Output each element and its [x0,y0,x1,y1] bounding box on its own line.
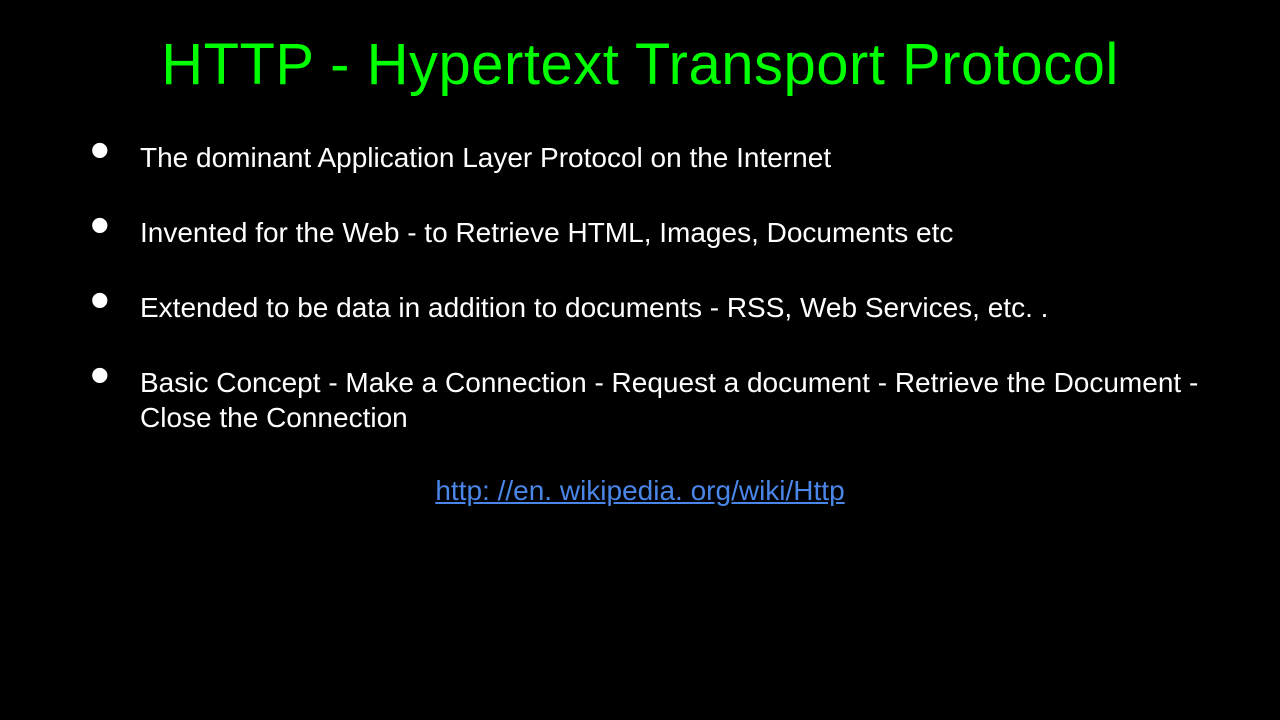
bullet-text: The dominant Application Layer Protocol … [140,142,831,173]
slide: HTTP - Hypertext Transport Protocol The … [0,0,1280,720]
bullet-text: Invented for the Web - to Retrieve HTML,… [140,217,953,248]
bullet-text: Extended to be data in addition to docum… [140,292,1048,323]
link-row: http: //en. wikipedia. org/wiki/Http [80,475,1200,507]
list-item: Basic Concept - Make a Connection - Requ… [90,365,1200,435]
list-item: The dominant Application Layer Protocol … [90,140,1200,175]
list-item: Extended to be data in addition to docum… [90,290,1200,325]
bullet-text: Basic Concept - Make a Connection - Requ… [140,367,1198,433]
bullet-list: The dominant Application Layer Protocol … [90,140,1200,435]
slide-title: HTTP - Hypertext Transport Protocol [80,30,1200,100]
reference-link[interactable]: http: //en. wikipedia. org/wiki/Http [435,475,844,506]
list-item: Invented for the Web - to Retrieve HTML,… [90,215,1200,250]
